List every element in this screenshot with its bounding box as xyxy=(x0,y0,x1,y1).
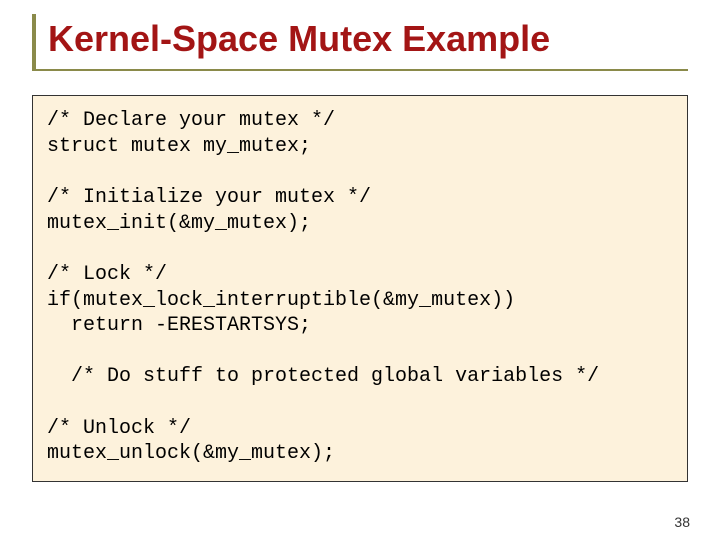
title-container: Kernel-Space Mutex Example xyxy=(32,14,688,71)
page-title: Kernel-Space Mutex Example xyxy=(48,18,688,59)
page-number: 38 xyxy=(674,514,690,530)
code-block: /* Declare your mutex */ struct mutex my… xyxy=(32,95,688,481)
slide: Kernel-Space Mutex Example /* Declare yo… xyxy=(0,0,720,540)
